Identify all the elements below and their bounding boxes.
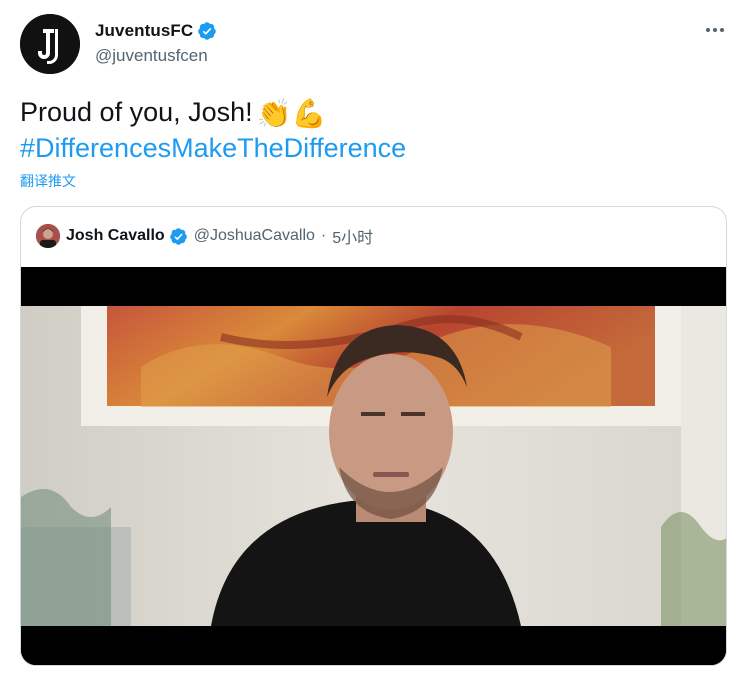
juventus-avatar[interactable]: [20, 14, 80, 74]
more-options-icon[interactable]: [700, 20, 730, 40]
verified-badge-icon: [169, 227, 187, 245]
quoted-avatar-image: [36, 224, 60, 248]
more-dot: [713, 28, 717, 32]
juventus-logo-icon: [20, 14, 80, 74]
video-frame-image: [21, 267, 726, 665]
video-player[interactable]: [21, 267, 726, 665]
tweet-body-text: Proud of you, Josh!: [20, 97, 253, 127]
quoted-tweet-time: 5小时: [332, 230, 374, 247]
clap-flex-emoji-icon: 👏💪: [256, 98, 327, 129]
author-name-row[interactable]: JuventusFC: [95, 19, 217, 43]
more-dot: [706, 28, 710, 32]
quoted-tweet-card[interactable]: Josh Cavallo @JoshuaCavallo · 5小时: [20, 206, 727, 666]
author-handle[interactable]: @juventusfcen: [95, 46, 208, 66]
more-dot: [720, 28, 724, 32]
quoted-author-name: Josh Cavallo: [66, 227, 165, 244]
quoted-tweet-header: Josh Cavallo @JoshuaCavallo · 5小时: [36, 224, 373, 248]
meta-separator: ·: [320, 227, 327, 244]
quoted-author-handle: @JoshuaCavallo: [193, 227, 315, 244]
author-display-name[interactable]: JuventusFC: [95, 21, 193, 41]
hashtag-link[interactable]: #DifferencesMakeTheDifference: [20, 130, 406, 166]
verified-badge-icon: [198, 22, 217, 40]
translate-tweet-link[interactable]: 翻译推文: [20, 172, 76, 190]
quoted-author-avatar: [36, 224, 60, 248]
tweet-text: Proud of you, Josh! 👏💪: [20, 94, 326, 132]
